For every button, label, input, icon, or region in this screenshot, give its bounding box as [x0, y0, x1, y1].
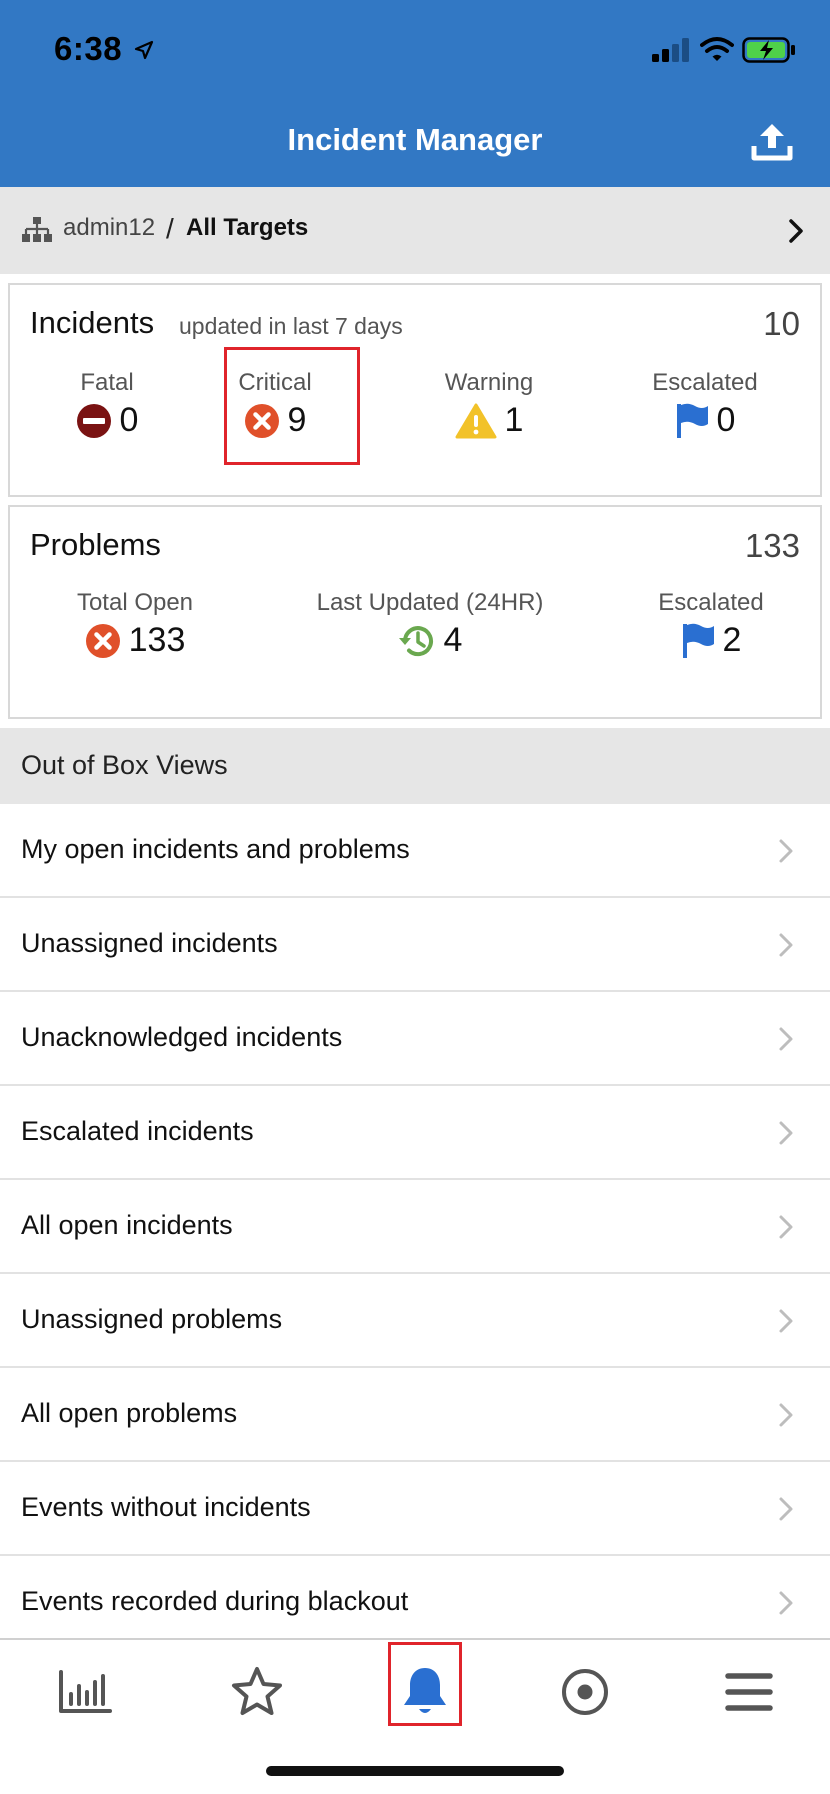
tab-targets[interactable] [550, 1662, 620, 1722]
hierarchy-icon [22, 217, 52, 242]
breadcrumb-separator: / [166, 213, 174, 244]
problems-card[interactable]: Problems 133 Total Open 133 Last Updated… [8, 505, 822, 719]
list-item-label: My open incidents and problems [21, 834, 410, 864]
app-header: 6:38 Incident Manager [0, 0, 830, 187]
metric-value: 133 [128, 621, 186, 659]
home-indicator[interactable] [266, 1766, 564, 1776]
battery-charging-icon [742, 37, 795, 63]
metric-value: 4 [443, 621, 463, 659]
chevron-right-icon [779, 1403, 793, 1427]
list-item[interactable]: Unacknowledged incidents [0, 992, 830, 1086]
metric-label: Last Updated (24HR) [316, 589, 544, 616]
metric-escalated[interactable]: Escalated 2 [636, 589, 786, 660]
incidents-title: Incidents [30, 305, 155, 340]
views-section-header: Out of Box Views [0, 728, 830, 804]
list-item[interactable]: Events recorded during blackout [0, 1556, 830, 1650]
breadcrumb-target[interactable]: All Targets [186, 214, 308, 242]
metric-fatal[interactable]: Fatal 0 [42, 369, 172, 440]
critical-highlight [224, 347, 360, 465]
metric-escalated[interactable]: Escalated 0 [630, 369, 780, 440]
target-icon [562, 1669, 608, 1715]
metric-value: 0 [119, 401, 139, 439]
chevron-right-icon [779, 1591, 793, 1615]
metric-label: Escalated [658, 589, 764, 616]
warning-icon [455, 403, 497, 438]
tab-favorites[interactable] [222, 1662, 292, 1722]
list-item[interactable]: All open problems [0, 1368, 830, 1462]
views-section-title: Out of Box Views [21, 750, 228, 780]
chevron-right-icon [779, 1027, 793, 1051]
star-icon [232, 1667, 282, 1715]
fatal-icon [76, 403, 111, 438]
metric-label: Fatal [80, 369, 134, 396]
metric-value: 1 [504, 401, 524, 439]
list-item[interactable]: Unassigned incidents [0, 898, 830, 992]
list-item[interactable]: Escalated incidents [0, 1086, 830, 1180]
metric-last-updated[interactable]: Last Updated (24HR) 4 [280, 589, 580, 660]
flag-icon [676, 403, 708, 438]
chevron-right-icon [779, 1121, 793, 1145]
problems-total: 133 [744, 527, 800, 564]
metric-total-open[interactable]: Total Open 133 [50, 589, 220, 660]
critical-icon [85, 623, 120, 658]
list-item[interactable]: Unassigned problems [0, 1274, 830, 1368]
tab-dashboard[interactable] [50, 1662, 120, 1722]
chevron-right-icon [779, 933, 793, 957]
metric-value: 0 [716, 401, 736, 439]
list-item-label: Unassigned problems [21, 1304, 283, 1334]
active-tab-highlight [388, 1642, 462, 1726]
list-item-label: All open problems [21, 1398, 238, 1428]
problems-title: Problems [30, 527, 161, 562]
location-arrow-icon [134, 40, 154, 60]
metric-warning[interactable]: Warning 1 [414, 369, 564, 440]
chevron-right-icon [779, 839, 793, 863]
list-item[interactable]: Events without incidents [0, 1462, 830, 1556]
views-list: My open incidents and problems Unassigne… [0, 804, 830, 1650]
metric-label: Total Open [76, 589, 194, 616]
tab-menu[interactable] [714, 1662, 784, 1722]
incidents-subtitle: updated in last 7 days [179, 313, 403, 339]
status-time: 6:38 [54, 30, 123, 67]
cellular-signal-icon [652, 38, 689, 62]
list-item-label: Events recorded during blackout [21, 1586, 409, 1616]
wifi-icon [700, 37, 734, 61]
incidents-total: 10 [763, 305, 800, 342]
menu-icon [725, 1673, 773, 1711]
metric-label: Warning [444, 369, 534, 396]
chevron-right-icon [779, 1215, 793, 1239]
chevron-right-icon[interactable] [788, 218, 804, 244]
flag-icon [682, 623, 714, 658]
app-title: Incident Manager [287, 122, 543, 157]
breadcrumb-user[interactable]: admin12 [63, 214, 155, 242]
list-item[interactable]: All open incidents [0, 1180, 830, 1274]
chevron-right-icon [779, 1309, 793, 1333]
metric-value: 2 [722, 621, 742, 659]
list-item[interactable]: My open incidents and problems [0, 804, 830, 898]
metric-label: Escalated [652, 369, 758, 396]
chevron-right-icon [779, 1497, 793, 1521]
upload-icon[interactable] [748, 120, 796, 164]
incidents-card[interactable]: Incidents updated in last 7 days 10 Fata… [8, 283, 822, 497]
list-item-label: Escalated incidents [21, 1116, 254, 1146]
list-item-label: Unassigned incidents [21, 928, 278, 958]
list-item-label: Unacknowledged incidents [21, 1022, 343, 1052]
list-item-label: Events without incidents [21, 1492, 311, 1522]
bar-chart-icon [59, 1670, 112, 1713]
history-icon [398, 625, 433, 656]
list-item-label: All open incidents [21, 1210, 233, 1240]
